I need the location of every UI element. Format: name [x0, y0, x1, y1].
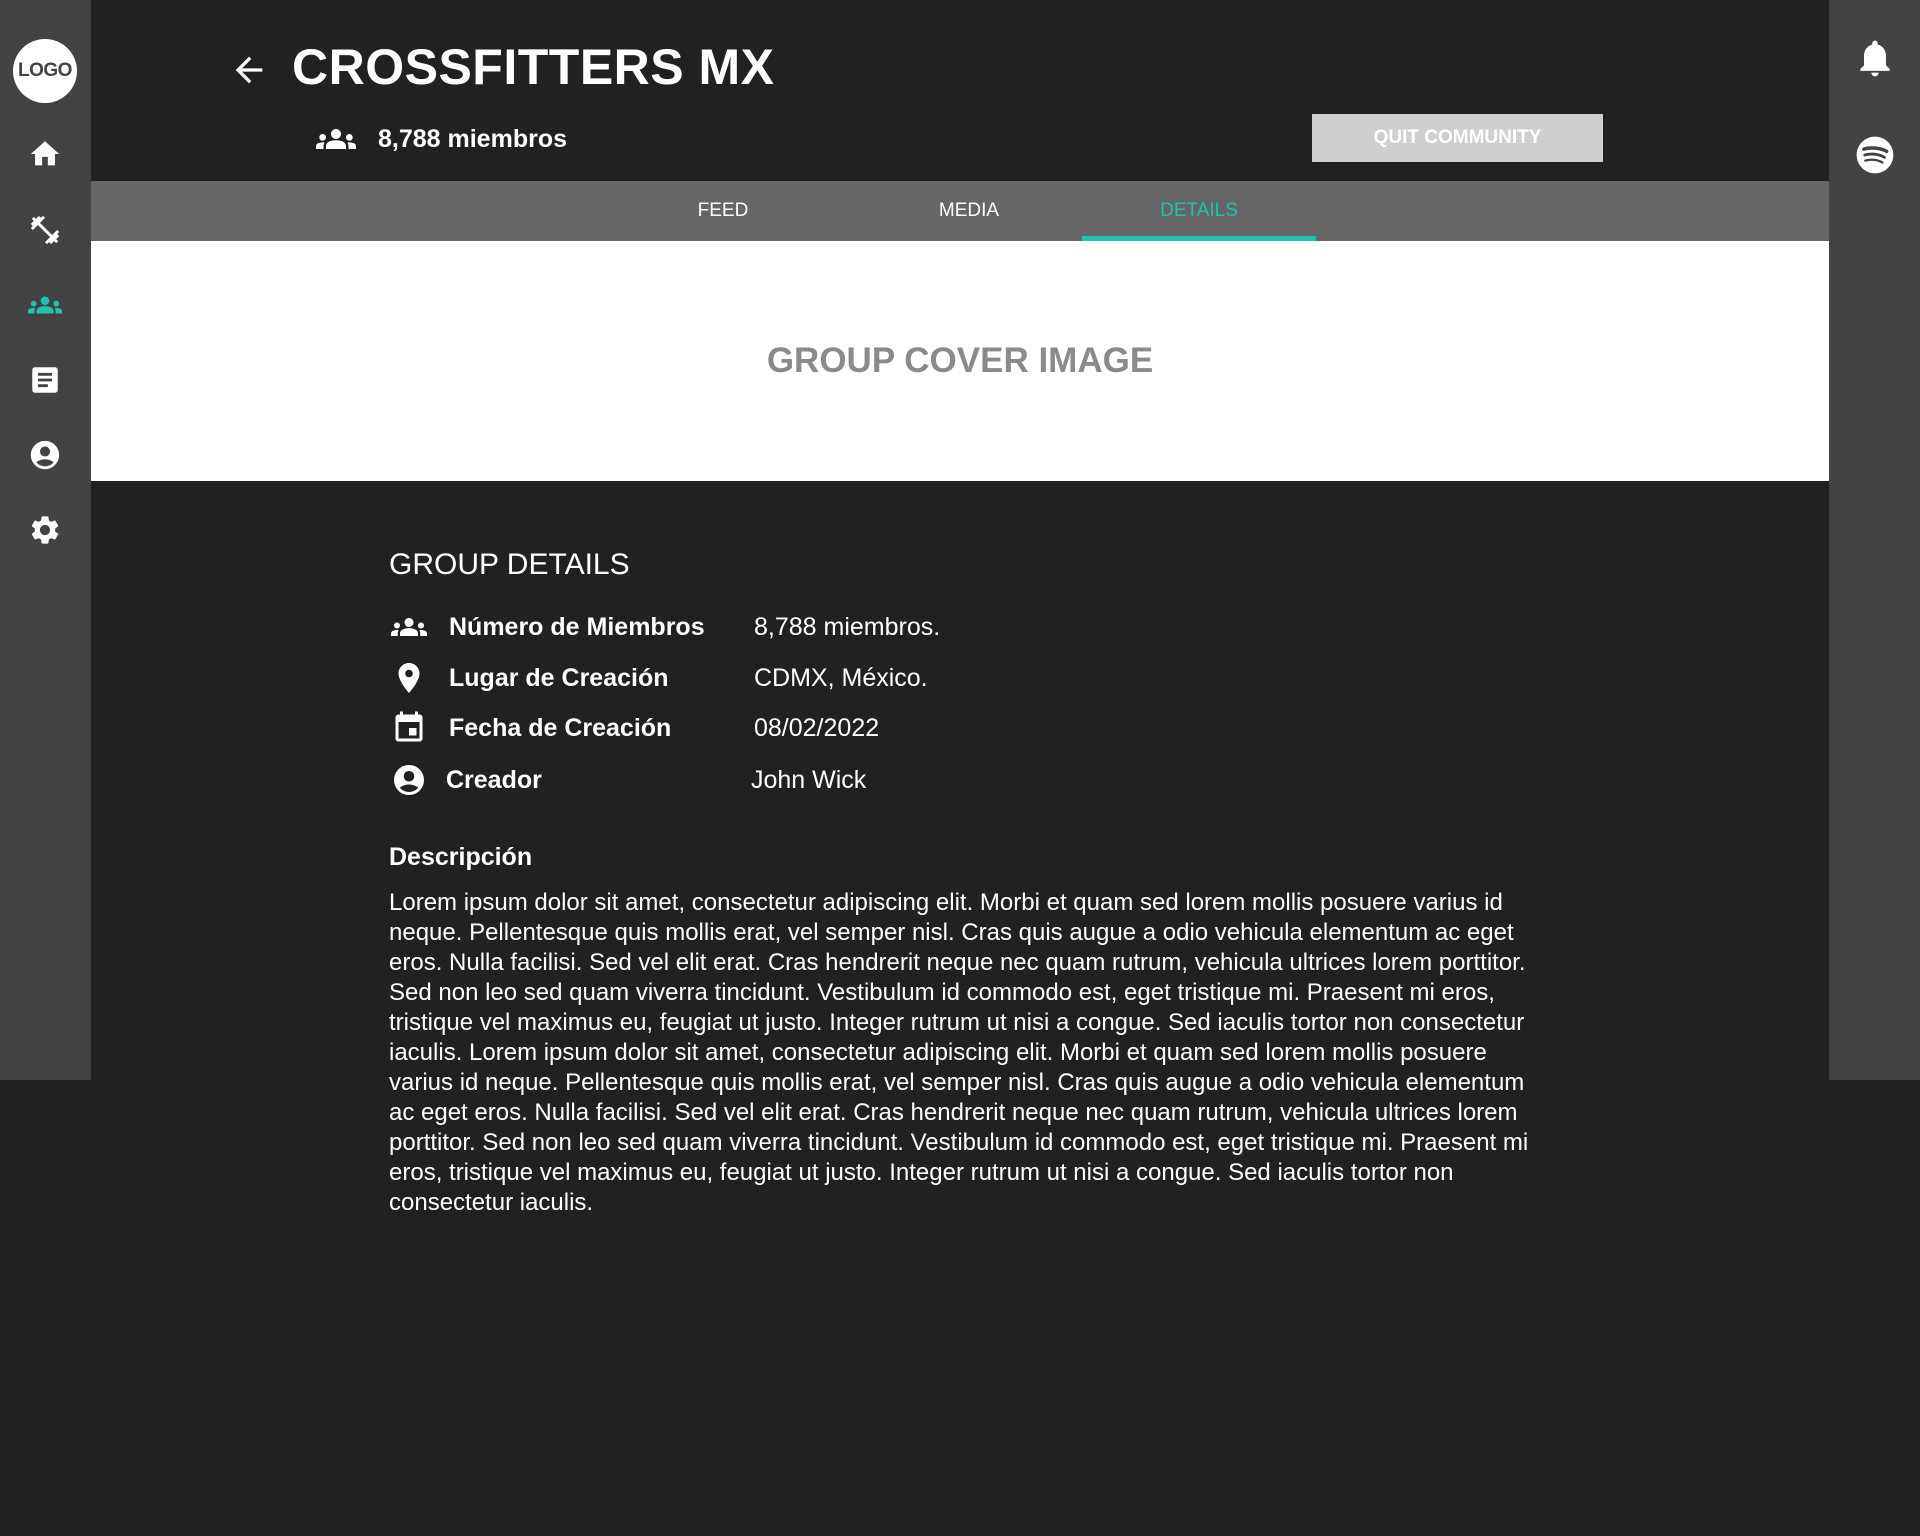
- logo[interactable]: LOGO: [13, 39, 77, 103]
- detail-label: Lugar de Creación: [449, 664, 669, 692]
- community-icon[interactable]: [25, 285, 65, 325]
- account-circle-icon: [389, 762, 429, 798]
- left-sidebar: LOGO: [0, 0, 91, 1080]
- tab-details[interactable]: DETAILS: [1082, 181, 1316, 241]
- home-icon[interactable]: [25, 134, 65, 174]
- tab-feed[interactable]: FEED: [665, 181, 781, 241]
- group-details-heading: GROUP DETAILS: [389, 548, 630, 581]
- dumbbell-icon[interactable]: [25, 210, 65, 250]
- tab-label: FEED: [697, 200, 749, 221]
- tab-media[interactable]: MEDIA: [910, 181, 1028, 241]
- group-header: CROSSFITTERS MX 8,788 miembros QUIT COMM…: [91, 0, 1829, 181]
- tab-label: DETAILS: [1160, 200, 1238, 221]
- page-title: CROSSFITTERS MX: [292, 39, 775, 95]
- document-icon[interactable]: [25, 360, 65, 400]
- group-icon: [316, 129, 356, 149]
- group-icon: [389, 609, 429, 645]
- calendar-icon: [389, 710, 429, 746]
- cover-placeholder-text: GROUP COVER IMAGE: [766, 341, 1154, 380]
- detail-value: 8,788 miembros.: [754, 613, 941, 641]
- settings-icon[interactable]: [25, 510, 65, 550]
- detail-label: Fecha de Creación: [449, 714, 672, 742]
- back-arrow-icon[interactable]: [229, 50, 269, 90]
- description-heading: Descripción: [389, 843, 533, 871]
- quit-community-button[interactable]: QUIT COMMUNITY: [1312, 114, 1603, 162]
- tab-bar: FEED MEDIA DETAILS: [91, 181, 1829, 241]
- members-count-text: 8,788 miembros: [378, 124, 567, 153]
- detail-row-location: Lugar de Creación CDMX, México.: [389, 660, 1089, 696]
- bell-icon[interactable]: [1853, 36, 1897, 80]
- location-pin-icon: [389, 660, 429, 696]
- detail-label: Creador: [446, 766, 542, 794]
- account-icon[interactable]: [25, 435, 65, 475]
- detail-value: CDMX, México.: [754, 664, 928, 692]
- detail-row-members: Número de Miembros 8,788 miembros.: [389, 609, 1089, 645]
- detail-value: John Wick: [751, 766, 867, 794]
- detail-row-creator: Creador John Wick: [389, 762, 1089, 798]
- right-sidebar: [1829, 0, 1920, 1080]
- detail-label: Número de Miembros: [449, 613, 705, 641]
- tab-label: MEDIA: [938, 200, 1000, 221]
- spotify-icon[interactable]: [1853, 133, 1897, 177]
- detail-value: 08/02/2022: [754, 714, 880, 742]
- description-text: Lorem ipsum dolor sit amet, consectetur …: [389, 889, 1529, 1216]
- members-count: 8,788 miembros: [316, 124, 567, 154]
- group-cover-image: GROUP COVER IMAGE: [91, 241, 1829, 481]
- detail-row-date: Fecha de Creación 08/02/2022: [389, 710, 1089, 746]
